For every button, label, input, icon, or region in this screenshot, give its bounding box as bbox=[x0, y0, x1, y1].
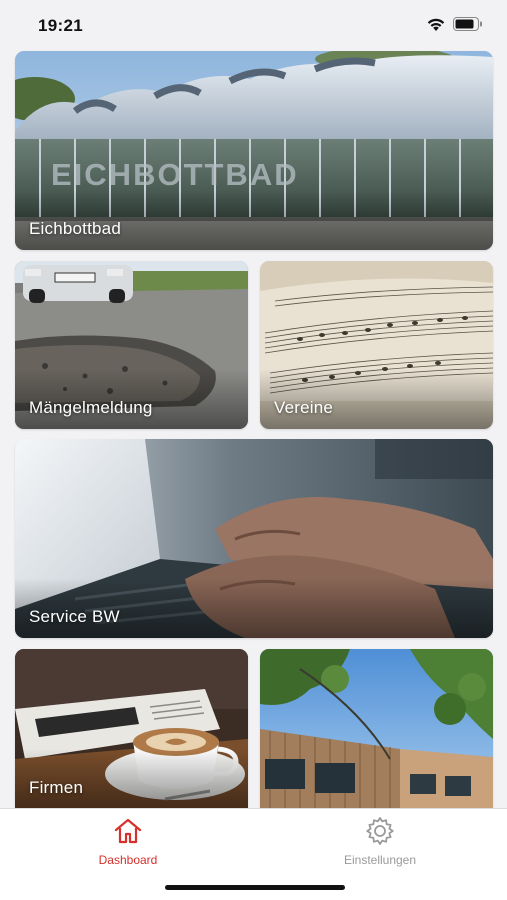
tile-label: Firmen bbox=[29, 778, 84, 797]
status-icons bbox=[426, 17, 483, 32]
tab-label: Einstellungen bbox=[343, 853, 417, 867]
dashboard-screen: 19:21 EICHBOTTBAD Eichbottbad Mängelmeld… bbox=[0, 0, 507, 900]
tab-label: Dashboard bbox=[98, 853, 158, 867]
status-bar: 19:21 bbox=[0, 0, 507, 50]
home-indicator bbox=[165, 885, 345, 890]
tile-vereine[interactable]: Vereine bbox=[260, 261, 493, 429]
battery-icon bbox=[453, 17, 483, 32]
tile-maengelmeldung[interactable]: Mängelmeldung bbox=[15, 261, 248, 429]
tile-firmen[interactable]: Firmen bbox=[15, 649, 248, 809]
gear-icon bbox=[300, 815, 460, 847]
tile-label: Vereine bbox=[274, 398, 334, 417]
tile-label: Eichbottbad bbox=[29, 219, 121, 238]
tile-eichbottbad[interactable]: EICHBOTTBAD Eichbottbad bbox=[15, 51, 493, 250]
tab-einstellungen[interactable]: Einstellungen bbox=[300, 815, 460, 875]
tile-service-bw[interactable]: Service BW bbox=[15, 439, 493, 638]
tile-label: Mängelmeldung bbox=[29, 398, 153, 417]
home-icon bbox=[48, 815, 208, 847]
tab-dashboard[interactable]: Dashboard bbox=[48, 815, 208, 875]
tile-label: Service BW bbox=[29, 607, 120, 626]
building-sign-text: EICHBOTTBAD bbox=[51, 157, 299, 192]
wifi-icon bbox=[426, 17, 446, 32]
tile-building[interactable] bbox=[260, 649, 493, 809]
status-time: 19:21 bbox=[38, 16, 83, 35]
building-trees-photo bbox=[260, 649, 493, 809]
